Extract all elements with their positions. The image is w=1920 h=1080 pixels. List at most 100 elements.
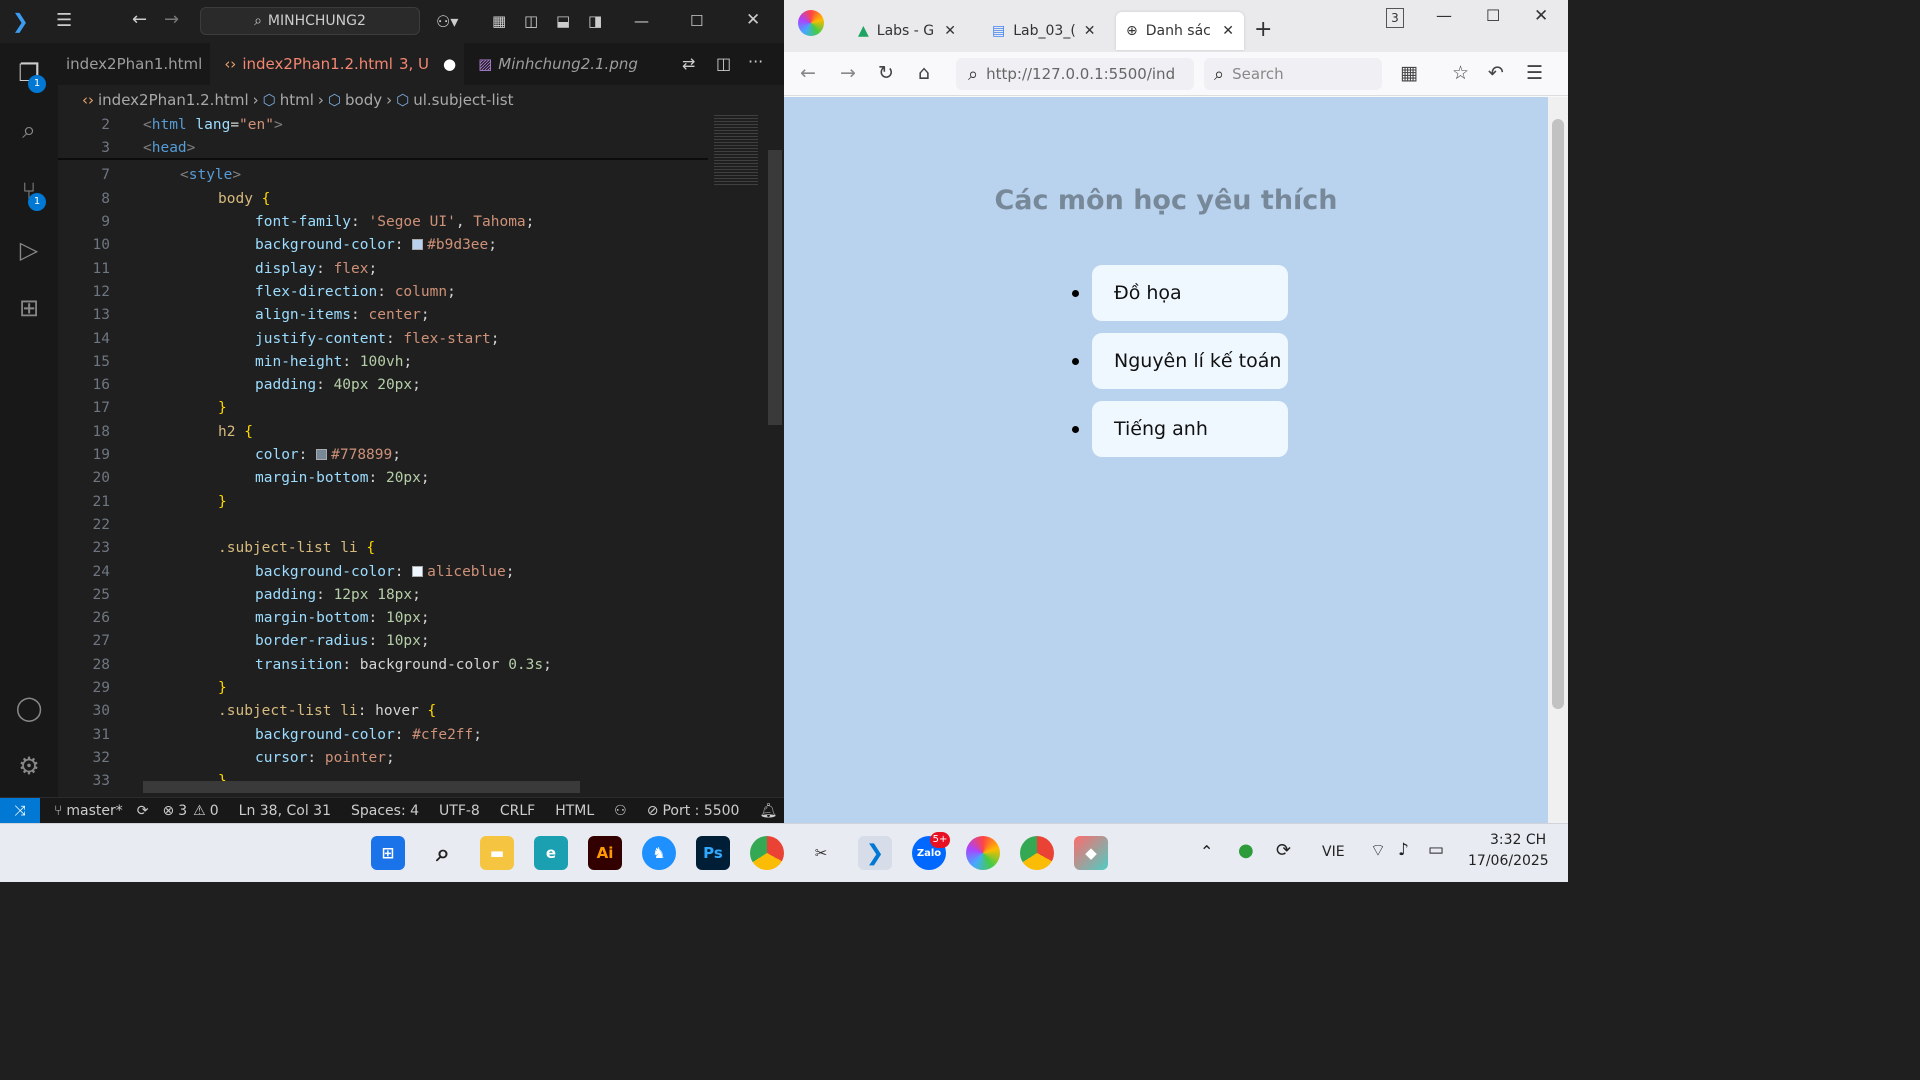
breadcrumb-item[interactable]: body (345, 91, 382, 109)
input-language[interactable]: VIE (1322, 844, 1345, 860)
close-tab-icon[interactable]: ✕ (1084, 23, 1096, 39)
tab-label: Danh sác (1145, 23, 1211, 39)
snipping-tool-icon[interactable]: ✂ (804, 836, 838, 870)
clock-time[interactable]: 3:32 CH (1490, 832, 1546, 848)
tab-problems-status: 3, U (398, 55, 429, 73)
scroll-thumb[interactable] (1552, 119, 1564, 709)
new-tab-icon[interactable]: + (1254, 17, 1272, 42)
page-scrollbar[interactable] (1548, 97, 1568, 823)
remote-icon[interactable]: ⤨ (0, 797, 40, 824)
chrome-icon[interactable] (750, 836, 784, 870)
close-tab-icon[interactable]: ✕ (944, 23, 956, 39)
tab-index2phan1[interactable]: index2Phan1.html (58, 43, 210, 85)
vscode-taskbar-icon[interactable]: ❯ (858, 836, 892, 870)
back-icon[interactable]: ← (800, 62, 816, 84)
browser-menu-icon[interactable]: ☰ (1526, 62, 1543, 84)
language-mode[interactable]: HTML (555, 803, 594, 819)
more-actions-icon[interactable]: ··· (748, 52, 763, 71)
breadcrumb-item[interactable]: ul.subject-list (413, 91, 513, 109)
search-box[interactable]: ⌕ Search (1204, 58, 1382, 90)
maximize-icon[interactable]: ☐ (1486, 6, 1500, 25)
toggle-panel-icon[interactable]: ⬓ (556, 12, 570, 30)
tab-minhchung2-1[interactable]: ▨ Minhchung2.1.png (464, 43, 646, 85)
battery-icon[interactable]: ▭ (1428, 840, 1444, 860)
tab-counter[interactable]: 3 (1386, 8, 1404, 28)
vertical-scrollbar[interactable] (768, 150, 782, 425)
undo-icon[interactable]: ↶ (1488, 62, 1504, 84)
home-icon[interactable]: ⌂ (918, 62, 930, 84)
minimize-icon[interactable]: — (634, 12, 649, 30)
subject-item[interactable]: Tiếng anh (1092, 401, 1288, 457)
breadcrumb-item[interactable]: html (280, 91, 314, 109)
compare-changes-icon[interactable]: ⇄ (682, 54, 695, 73)
minimap[interactable] (708, 113, 768, 797)
forward-arrow-icon[interactable]: → (164, 9, 179, 30)
sync-tray-icon[interactable]: ⟳ (1276, 840, 1291, 861)
reload-icon[interactable]: ↻ (878, 62, 894, 84)
file-explorer-icon[interactable]: ▬ (480, 836, 514, 870)
browser-tab-lab03[interactable]: ▤ Lab_03_( ✕ (982, 12, 1100, 50)
cursor-position[interactable]: Ln 38, Col 31 (239, 803, 331, 819)
volume-icon[interactable]: ♪ (1398, 840, 1409, 860)
forward-icon[interactable]: → (840, 62, 856, 84)
notifications-bell-icon[interactable]: 🔔︎ (759, 803, 777, 819)
indentation[interactable]: Spaces: 4 (351, 803, 419, 819)
maximize-icon[interactable]: ☐ (690, 12, 703, 30)
copilot-status-icon[interactable]: ⚇ (614, 803, 627, 819)
account-icon[interactable]: ◯ (14, 693, 44, 723)
warning-count[interactable]: 0 (210, 803, 219, 819)
encoding[interactable]: UTF-8 (439, 803, 480, 819)
browser-logo-icon[interactable] (798, 10, 824, 36)
live-server-port[interactable]: Port : 5500 (662, 803, 739, 819)
search-icon[interactable]: ⌕ (14, 115, 44, 145)
clock-date[interactable]: 17/06/2025 (1468, 853, 1549, 869)
settings-gear-icon[interactable]: ⚙ (14, 751, 44, 781)
extensions-icon[interactable]: ⊞ (14, 293, 44, 323)
error-count[interactable]: 3 (178, 803, 187, 819)
sync-icon[interactable]: ⟳ (137, 803, 149, 819)
browser-tab-danh-sach[interactable]: ⊕ Danh sác ✕ (1116, 12, 1244, 50)
layout-icon[interactable]: ▦ (492, 12, 506, 30)
run-debug-icon[interactable]: ▷ (14, 235, 44, 265)
back-arrow-icon[interactable]: ← (132, 9, 147, 30)
unsaved-dot-icon[interactable]: ● (443, 55, 456, 73)
wifi-icon[interactable]: ⌔ (1370, 840, 1386, 861)
code-line: 7 <style> (101, 166, 242, 183)
color-swatch[interactable] (412, 239, 424, 250)
horizontal-scrollbar[interactable] (143, 781, 580, 793)
search-icon[interactable]: ⌕ (426, 836, 460, 870)
menu-icon[interactable]: ☰ (56, 10, 72, 31)
minimize-icon[interactable]: — (1436, 6, 1452, 25)
toggle-secondary-sidebar-icon[interactable]: ◨ (588, 12, 602, 30)
edge-icon[interactable]: e (534, 836, 568, 870)
close-icon[interactable]: ✕ (746, 10, 760, 30)
tray-app-icon[interactable]: ● (1238, 840, 1254, 861)
split-editor-icon[interactable]: ◫ (716, 54, 731, 73)
address-bar[interactable]: ⌕ http://127.0.0.1:5500/ind (956, 58, 1194, 90)
chrome-profile-icon[interactable] (1020, 836, 1054, 870)
branch-name[interactable]: master* (66, 803, 122, 819)
color-swatch[interactable] (316, 449, 328, 460)
chevron-up-icon[interactable]: ⌃ (1200, 842, 1213, 861)
tab-index2phan1-2[interactable]: ‹› index2Phan1.2.html 3, U ● (210, 43, 465, 85)
photoshop-icon[interactable]: Ps (696, 836, 730, 870)
close-window-icon[interactable]: ✕ (1534, 6, 1548, 26)
subject-item[interactable]: Nguyên lí kế toán (1092, 333, 1288, 389)
line-ending[interactable]: CRLF (500, 803, 535, 819)
copilot-icon[interactable]: ⚇▾ (436, 12, 458, 31)
app-icon[interactable]: ◆ (1074, 836, 1108, 870)
breadcrumb-item[interactable]: index2Phan1.2.html (98, 91, 249, 109)
color-swatch[interactable] (412, 566, 424, 577)
toggle-sidebar-icon[interactable]: ◫ (524, 12, 538, 30)
illustrator-icon[interactable]: Ai (588, 836, 622, 870)
command-search[interactable]: ⌕ MINHCHUNG2 (200, 7, 420, 35)
extensions-grid-icon[interactable]: ▦ (1400, 62, 1418, 84)
subject-item[interactable]: Đồ họa (1092, 265, 1288, 321)
code-editor[interactable]: 2 <html lang="en"> 3 <head> 7 <style> 8 body… (58, 113, 708, 797)
windows-start-icon[interactable]: ⊞ (371, 836, 405, 870)
elephant-app-icon[interactable]: ♞ (642, 836, 676, 870)
browser-taskbar-icon[interactable] (966, 836, 1000, 870)
bookmarks-icon[interactable]: ☆ (1452, 62, 1469, 84)
close-tab-icon[interactable]: ✕ (1222, 23, 1234, 39)
browser-tab-labs[interactable]: ▲ Labs - G ✕ (848, 12, 966, 50)
